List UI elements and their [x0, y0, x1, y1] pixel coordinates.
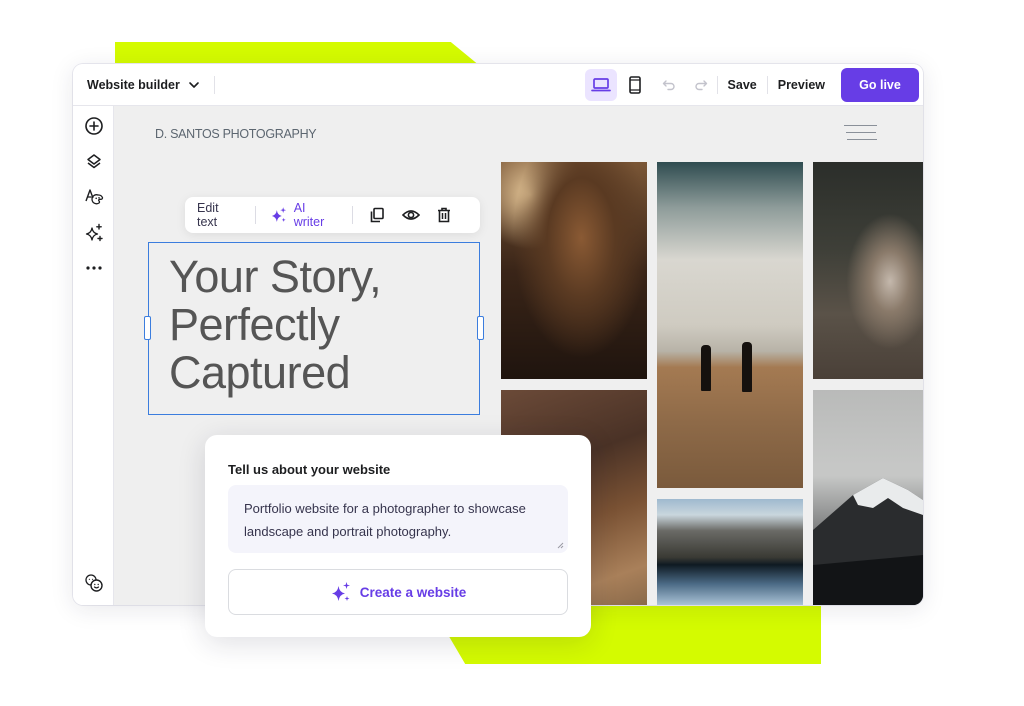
- duplicate-button[interactable]: [367, 205, 387, 225]
- redo-icon: [694, 80, 707, 91]
- styles-icon: [85, 189, 104, 205]
- sidebar-item-ai[interactable]: [83, 222, 105, 244]
- layers-icon: [87, 154, 101, 169]
- sidebar-item-styles[interactable]: [83, 186, 105, 208]
- textarea-resize-icon[interactable]: [557, 542, 564, 549]
- chevron-down-icon: [189, 81, 199, 88]
- ai-writer-label: AI writer: [293, 201, 325, 229]
- ai-sparkles-icon: [331, 582, 350, 601]
- photo-woman-crouching[interactable]: [813, 162, 923, 379]
- builder-label: Website builder: [87, 77, 180, 92]
- surfer-silhouette: [701, 345, 711, 391]
- ai-card-title: Tell us about your website: [228, 462, 391, 477]
- left-sidebar: [73, 106, 114, 605]
- mobile-icon: [628, 76, 641, 94]
- site-logo[interactable]: D. SANTOS PHOTOGRAPHY: [155, 127, 317, 141]
- ai-sparkles-icon: [272, 207, 287, 222]
- website-description-input[interactable]: Portfolio website for a photographer to …: [228, 485, 568, 553]
- resize-handle-left[interactable]: [144, 316, 151, 340]
- ai-writer-button[interactable]: AI writer: [270, 201, 338, 229]
- surfer-silhouette: [742, 342, 752, 392]
- desktop-view-button[interactable]: [584, 69, 617, 101]
- toolbar-divider: [213, 75, 215, 94]
- hero-heading[interactable]: Your Story, Perfectly Captured: [169, 253, 459, 397]
- trash-icon: [438, 207, 451, 223]
- duplicate-icon: [370, 207, 384, 223]
- website-description-value: Portfolio website for a photographer to …: [244, 501, 526, 539]
- accent-shape-top: [115, 42, 480, 66]
- help-faces-icon: [85, 574, 103, 592]
- hamburger-menu-icon[interactable]: [844, 125, 877, 143]
- top-toolbar: Website builder Save Preview Go live: [73, 64, 923, 106]
- sidebar-item-more[interactable]: [83, 257, 105, 279]
- photo-surfers-beach[interactable]: [657, 162, 803, 488]
- photo-mountain-lake[interactable]: [657, 499, 803, 605]
- save-button[interactable]: Save: [718, 78, 767, 92]
- edit-text-button[interactable]: Edit text: [197, 201, 241, 229]
- more-icon: [86, 266, 102, 270]
- ai-sparkles-icon: [85, 223, 103, 242]
- toolbar-divider: [255, 206, 257, 224]
- add-icon: [85, 117, 103, 135]
- photo-portrait-curly-hair[interactable]: [501, 162, 647, 379]
- toolbar-divider: [352, 206, 354, 224]
- selected-heading-block[interactable]: Your Story, Perfectly Captured: [144, 242, 484, 415]
- mobile-view-button[interactable]: [619, 69, 651, 101]
- photo-snowy-peak[interactable]: [813, 390, 923, 605]
- desktop-icon: [590, 78, 611, 92]
- undo-icon: [662, 80, 675, 91]
- website-builder-dropdown[interactable]: Website builder: [73, 78, 200, 92]
- sidebar-item-add[interactable]: [83, 115, 105, 137]
- delete-button[interactable]: [434, 205, 454, 225]
- ai-website-prompt-card: Tell us about your website Portfolio web…: [205, 435, 591, 637]
- go-live-button[interactable]: Go live: [841, 68, 919, 102]
- mountain-shape: [813, 478, 923, 605]
- redo-button[interactable]: [685, 69, 717, 101]
- visibility-button[interactable]: [401, 205, 421, 225]
- create-website-button[interactable]: Create a website: [228, 569, 568, 615]
- undo-button[interactable]: [653, 69, 685, 101]
- resize-handle-right[interactable]: [477, 316, 484, 340]
- text-edit-toolbar: Edit text AI writer: [185, 197, 480, 233]
- preview-button[interactable]: Preview: [768, 78, 835, 92]
- sidebar-item-layers[interactable]: [83, 151, 105, 173]
- create-website-label: Create a website: [359, 584, 467, 600]
- eye-icon: [401, 210, 420, 220]
- sidebar-help-button[interactable]: [83, 572, 105, 594]
